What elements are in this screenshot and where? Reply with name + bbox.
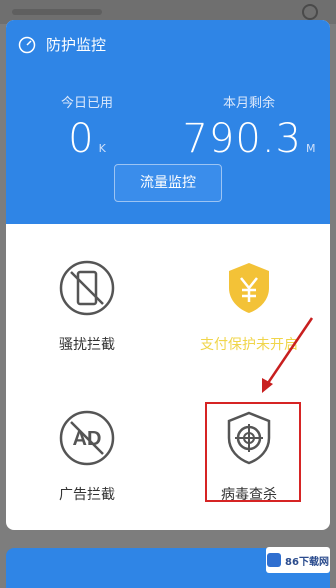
month-remaining-stat: 本月剩余 790.3 M — [168, 92, 330, 161]
watermark-text: 86下载网 — [285, 556, 329, 568]
payment-protection-tile[interactable]: 支付保护未开启 — [168, 260, 330, 354]
harassment-block-tile[interactable]: 骚扰拦截 — [6, 260, 168, 354]
page-title: 防护监控 — [46, 36, 107, 54]
ad-block-label: 广告拦截 — [59, 487, 115, 503]
today-used-label: 今日已用 — [60, 96, 113, 111]
month-remaining-label: 本月剩余 — [222, 96, 275, 111]
ad-block-tile[interactable]: AD 广告拦截 — [6, 410, 168, 504]
harassment-block-label: 骚扰拦截 — [59, 337, 115, 353]
gauge-icon — [18, 36, 36, 53]
virus-scan-highlight — [205, 402, 301, 502]
no-ad-icon: AD — [59, 410, 115, 466]
status-circle-icon — [302, 4, 318, 20]
today-used-unit: K — [98, 142, 106, 155]
traffic-monitor-button[interactable]: 流量监控 — [114, 164, 222, 202]
title-row: 防护监控 — [18, 34, 106, 55]
protection-card: 防护监控 今日已用 0 K 本月剩余 790.3 M 流量监控 骚扰拦截 支付保… — [6, 20, 330, 530]
site-watermark: 86下载网 — [266, 547, 330, 573]
today-used-value: 0 — [68, 116, 95, 162]
today-used-stat: 今日已用 0 K — [6, 92, 168, 161]
watermark-logo-icon — [267, 553, 282, 567]
month-remaining-unit: M — [306, 142, 316, 155]
payment-protection-label: 支付保护未开启 — [200, 337, 298, 353]
status-bar-text — [12, 9, 102, 15]
month-remaining-value: 790.3 — [182, 116, 302, 162]
traffic-header: 防护监控 今日已用 0 K 本月剩余 790.3 M 流量监控 — [6, 20, 330, 224]
yen-shield-icon — [229, 263, 269, 313]
no-phone-icon — [59, 260, 115, 316]
